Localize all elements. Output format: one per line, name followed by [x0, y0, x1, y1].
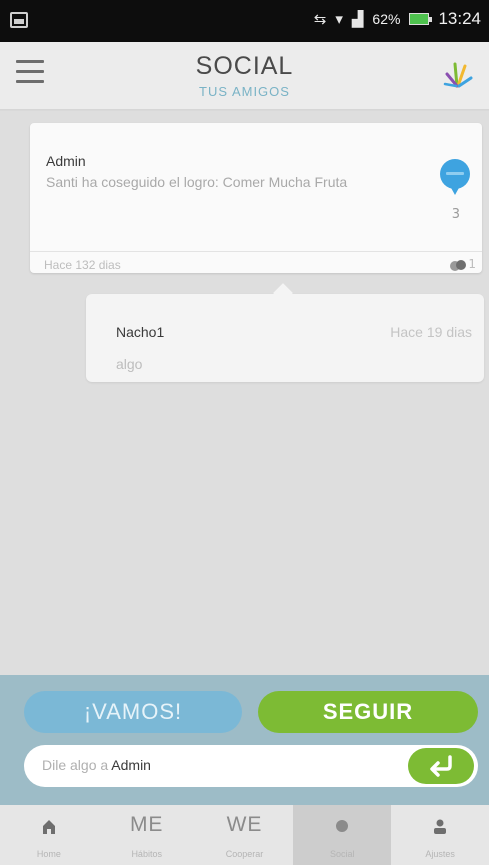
- user-icon: [434, 819, 447, 834]
- reply-author[interactable]: Nacho1: [116, 324, 164, 340]
- feed: Admin Santi ha coseguido el logro: Comer…: [0, 111, 489, 675]
- bottom-nav: Home ME Hábitos WE Cooperar Social Ajust…: [0, 805, 489, 865]
- status-bar: ⇆ ▾ ▟ 62% 13:24: [0, 0, 489, 42]
- message-input[interactable]: Dile algo a Admin: [24, 745, 478, 787]
- battery-percent: 62%: [372, 11, 401, 27]
- sync-icon: ⇆: [313, 11, 327, 28]
- comments-icon[interactable]: [450, 260, 466, 271]
- reply-time: Hace 19 dias: [390, 324, 472, 340]
- achievement-badge-icon: [440, 159, 470, 195]
- we-icon: WE: [226, 813, 263, 836]
- nav-item-social[interactable]: Social: [293, 805, 392, 865]
- nav-item-cooperar[interactable]: WE Cooperar: [196, 805, 294, 865]
- home-icon: [42, 820, 55, 834]
- nav-label-home: Home: [36, 849, 61, 859]
- send-button[interactable]: [408, 748, 474, 784]
- social-dot-icon: [336, 820, 349, 832]
- message-placeholder: Dile algo a Admin: [42, 757, 151, 773]
- placeholder-prefix: Dile algo a: [42, 757, 109, 773]
- seguir-button[interactable]: SEGUIR: [258, 691, 478, 733]
- post-text: Santi ha coseguido el logro: Comer Mucha…: [46, 174, 348, 190]
- badge-count: 3: [451, 207, 460, 222]
- divider: [30, 251, 482, 252]
- me-icon: ME: [129, 813, 164, 836]
- page-title: SOCIAL: [195, 52, 294, 80]
- nav-item-ajustes[interactable]: Ajustes: [391, 805, 489, 865]
- post-author[interactable]: Admin: [46, 153, 86, 169]
- status-indicators: ⇆ ▾ ▟ 62% 13:24: [314, 9, 481, 29]
- app-logo-icon[interactable]: [441, 56, 475, 92]
- nav-item-habitos[interactable]: ME Hábitos: [98, 805, 196, 865]
- vamos-button[interactable]: ¡VAMOS!: [24, 691, 242, 733]
- wifi-icon: ▾: [335, 11, 343, 28]
- app-header: SOCIAL TUS AMIGOS: [0, 42, 489, 110]
- nav-label-social: Social: [330, 849, 355, 859]
- signal-icon: ▟: [351, 11, 364, 28]
- nav-item-home[interactable]: Home: [0, 805, 98, 865]
- reply-card: Nacho1 Hace 19 dias algo: [86, 294, 484, 382]
- nav-label-ajustes: Ajustes: [425, 849, 455, 859]
- clock: 13:24: [438, 9, 481, 28]
- action-area: ¡VAMOS! SEGUIR Dile algo a Admin: [0, 675, 489, 805]
- post-card[interactable]: Admin Santi ha coseguido el logro: Comer…: [30, 123, 482, 273]
- nav-label-cooperar: Cooperar: [225, 849, 264, 859]
- reply-text: algo: [116, 356, 143, 372]
- nav-label-habitos: Hábitos: [131, 849, 162, 859]
- post-time: Hace 132 dias: [44, 258, 121, 272]
- comment-count: 1: [468, 257, 476, 271]
- page-subtitle: TUS AMIGOS: [199, 84, 290, 99]
- battery-icon: [409, 13, 433, 25]
- image-notification-icon: [10, 12, 28, 28]
- enter-arrow-icon: [430, 755, 452, 777]
- placeholder-recipient: Admin: [111, 757, 151, 773]
